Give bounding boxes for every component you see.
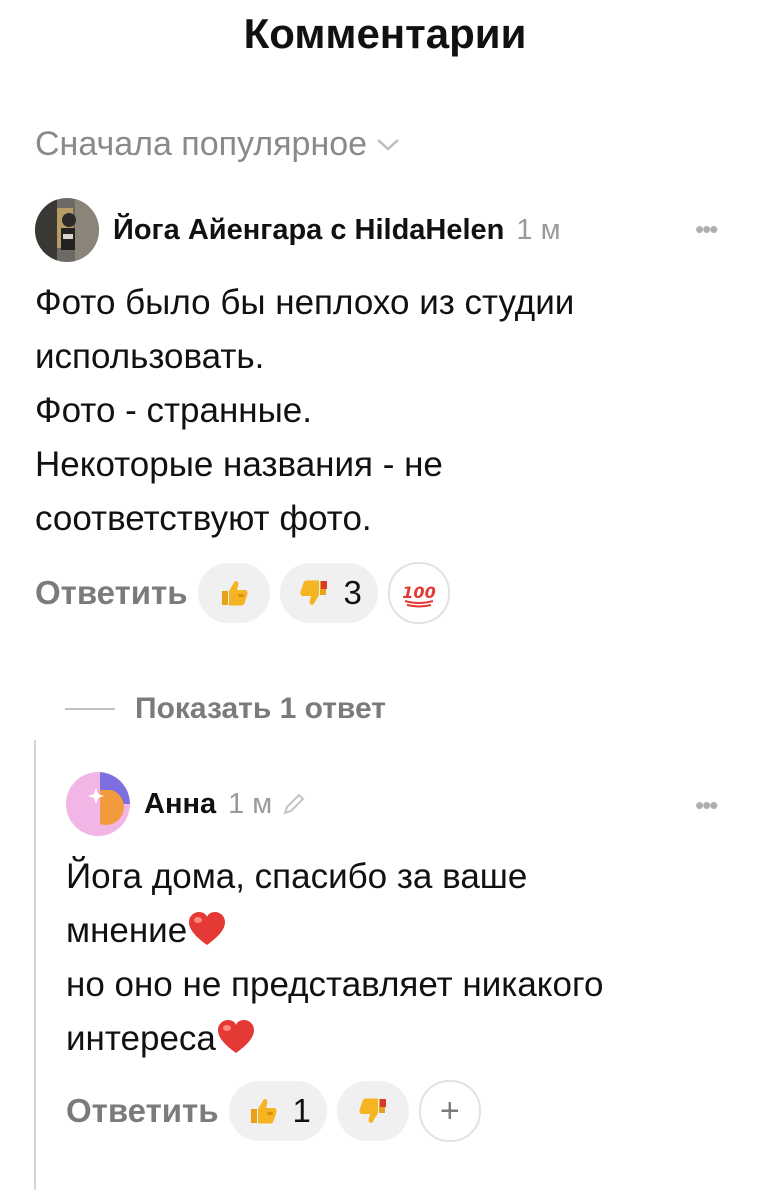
comment-line: использовать. xyxy=(35,337,265,376)
reply-line: но оно не представляет никакого xyxy=(66,965,604,1004)
reaction-count: 1 xyxy=(292,1092,311,1129)
comment-line: Фото - странные. xyxy=(35,391,312,430)
svg-text:100: 100 xyxy=(402,583,435,602)
reply-author[interactable]: Анна xyxy=(144,788,216,821)
reply-time: 1 м xyxy=(228,787,273,820)
reply-line: Йога дома, спасибо за ваше xyxy=(66,857,528,896)
show-replies-button[interactable]: Показать 1 ответ xyxy=(65,692,386,726)
reply-header: Анна 1 м xyxy=(66,772,308,836)
reply-text: Йога дома, спасибо за ваше мнение но оно… xyxy=(66,850,603,1066)
reply-line: мнение xyxy=(66,911,188,950)
comment-time: 1 м xyxy=(516,213,561,246)
reaction-count: 3 xyxy=(343,574,362,611)
more-options-icon[interactable]: ••• xyxy=(695,790,718,821)
page-title: Комментарии xyxy=(243,10,527,57)
reaction-thumbs-down[interactable] xyxy=(336,1081,409,1141)
more-options-icon[interactable]: ••• xyxy=(695,214,718,245)
edited-pencil-icon xyxy=(283,793,305,815)
thumbs-up-icon xyxy=(221,581,248,606)
add-reaction-button[interactable]: + xyxy=(418,1080,481,1142)
thumbs-up-icon xyxy=(250,1099,277,1124)
comment-author[interactable]: Йога Айенгара с HildaHelen xyxy=(113,214,504,247)
thread-line xyxy=(34,740,36,1190)
chevron-down-icon xyxy=(377,138,399,151)
thumbs-down-icon xyxy=(299,580,327,605)
reaction-thumbs-up[interactable] xyxy=(197,563,270,623)
comment-actions: Ответить 3 100 xyxy=(35,562,450,624)
sort-label: Сначала популярное xyxy=(35,125,368,163)
comment-line: соответствуют фото. xyxy=(35,499,372,538)
reply-button[interactable]: Ответить xyxy=(35,574,188,612)
hundred-points-icon: 100 xyxy=(402,583,436,608)
comment-line: Некоторые названия - не xyxy=(35,445,443,484)
heart-icon xyxy=(189,912,226,945)
show-replies-label: Показать 1 ответ xyxy=(135,692,386,725)
plus-icon: + xyxy=(439,1092,460,1130)
reply-line-with-heart: мнение xyxy=(66,904,603,958)
reply-line: интереса xyxy=(66,1019,216,1058)
avatar[interactable] xyxy=(35,198,99,262)
reply-actions: Ответить 1 + xyxy=(66,1080,481,1142)
thumbs-down-icon xyxy=(359,1098,386,1123)
reaction-thumbs-down[interactable]: 3 xyxy=(279,563,378,623)
comment-header: Йога Айенгара с HildaHelen 1 м xyxy=(35,198,561,262)
divider-line xyxy=(65,708,115,710)
comment-text: Фото было бы неплохо из студии использов… xyxy=(35,276,574,546)
reply-button[interactable]: Ответить xyxy=(66,1092,219,1130)
avatar[interactable] xyxy=(66,772,130,836)
comment-line: Фото было бы неплохо из студии xyxy=(35,283,575,322)
reaction-hundred[interactable]: 100 xyxy=(387,562,450,624)
reaction-thumbs-up[interactable]: 1 xyxy=(228,1081,327,1141)
heart-icon xyxy=(217,1020,254,1053)
reply-line-with-heart: интереса xyxy=(66,1012,603,1066)
sort-dropdown[interactable]: Сначала популярное xyxy=(35,125,401,164)
